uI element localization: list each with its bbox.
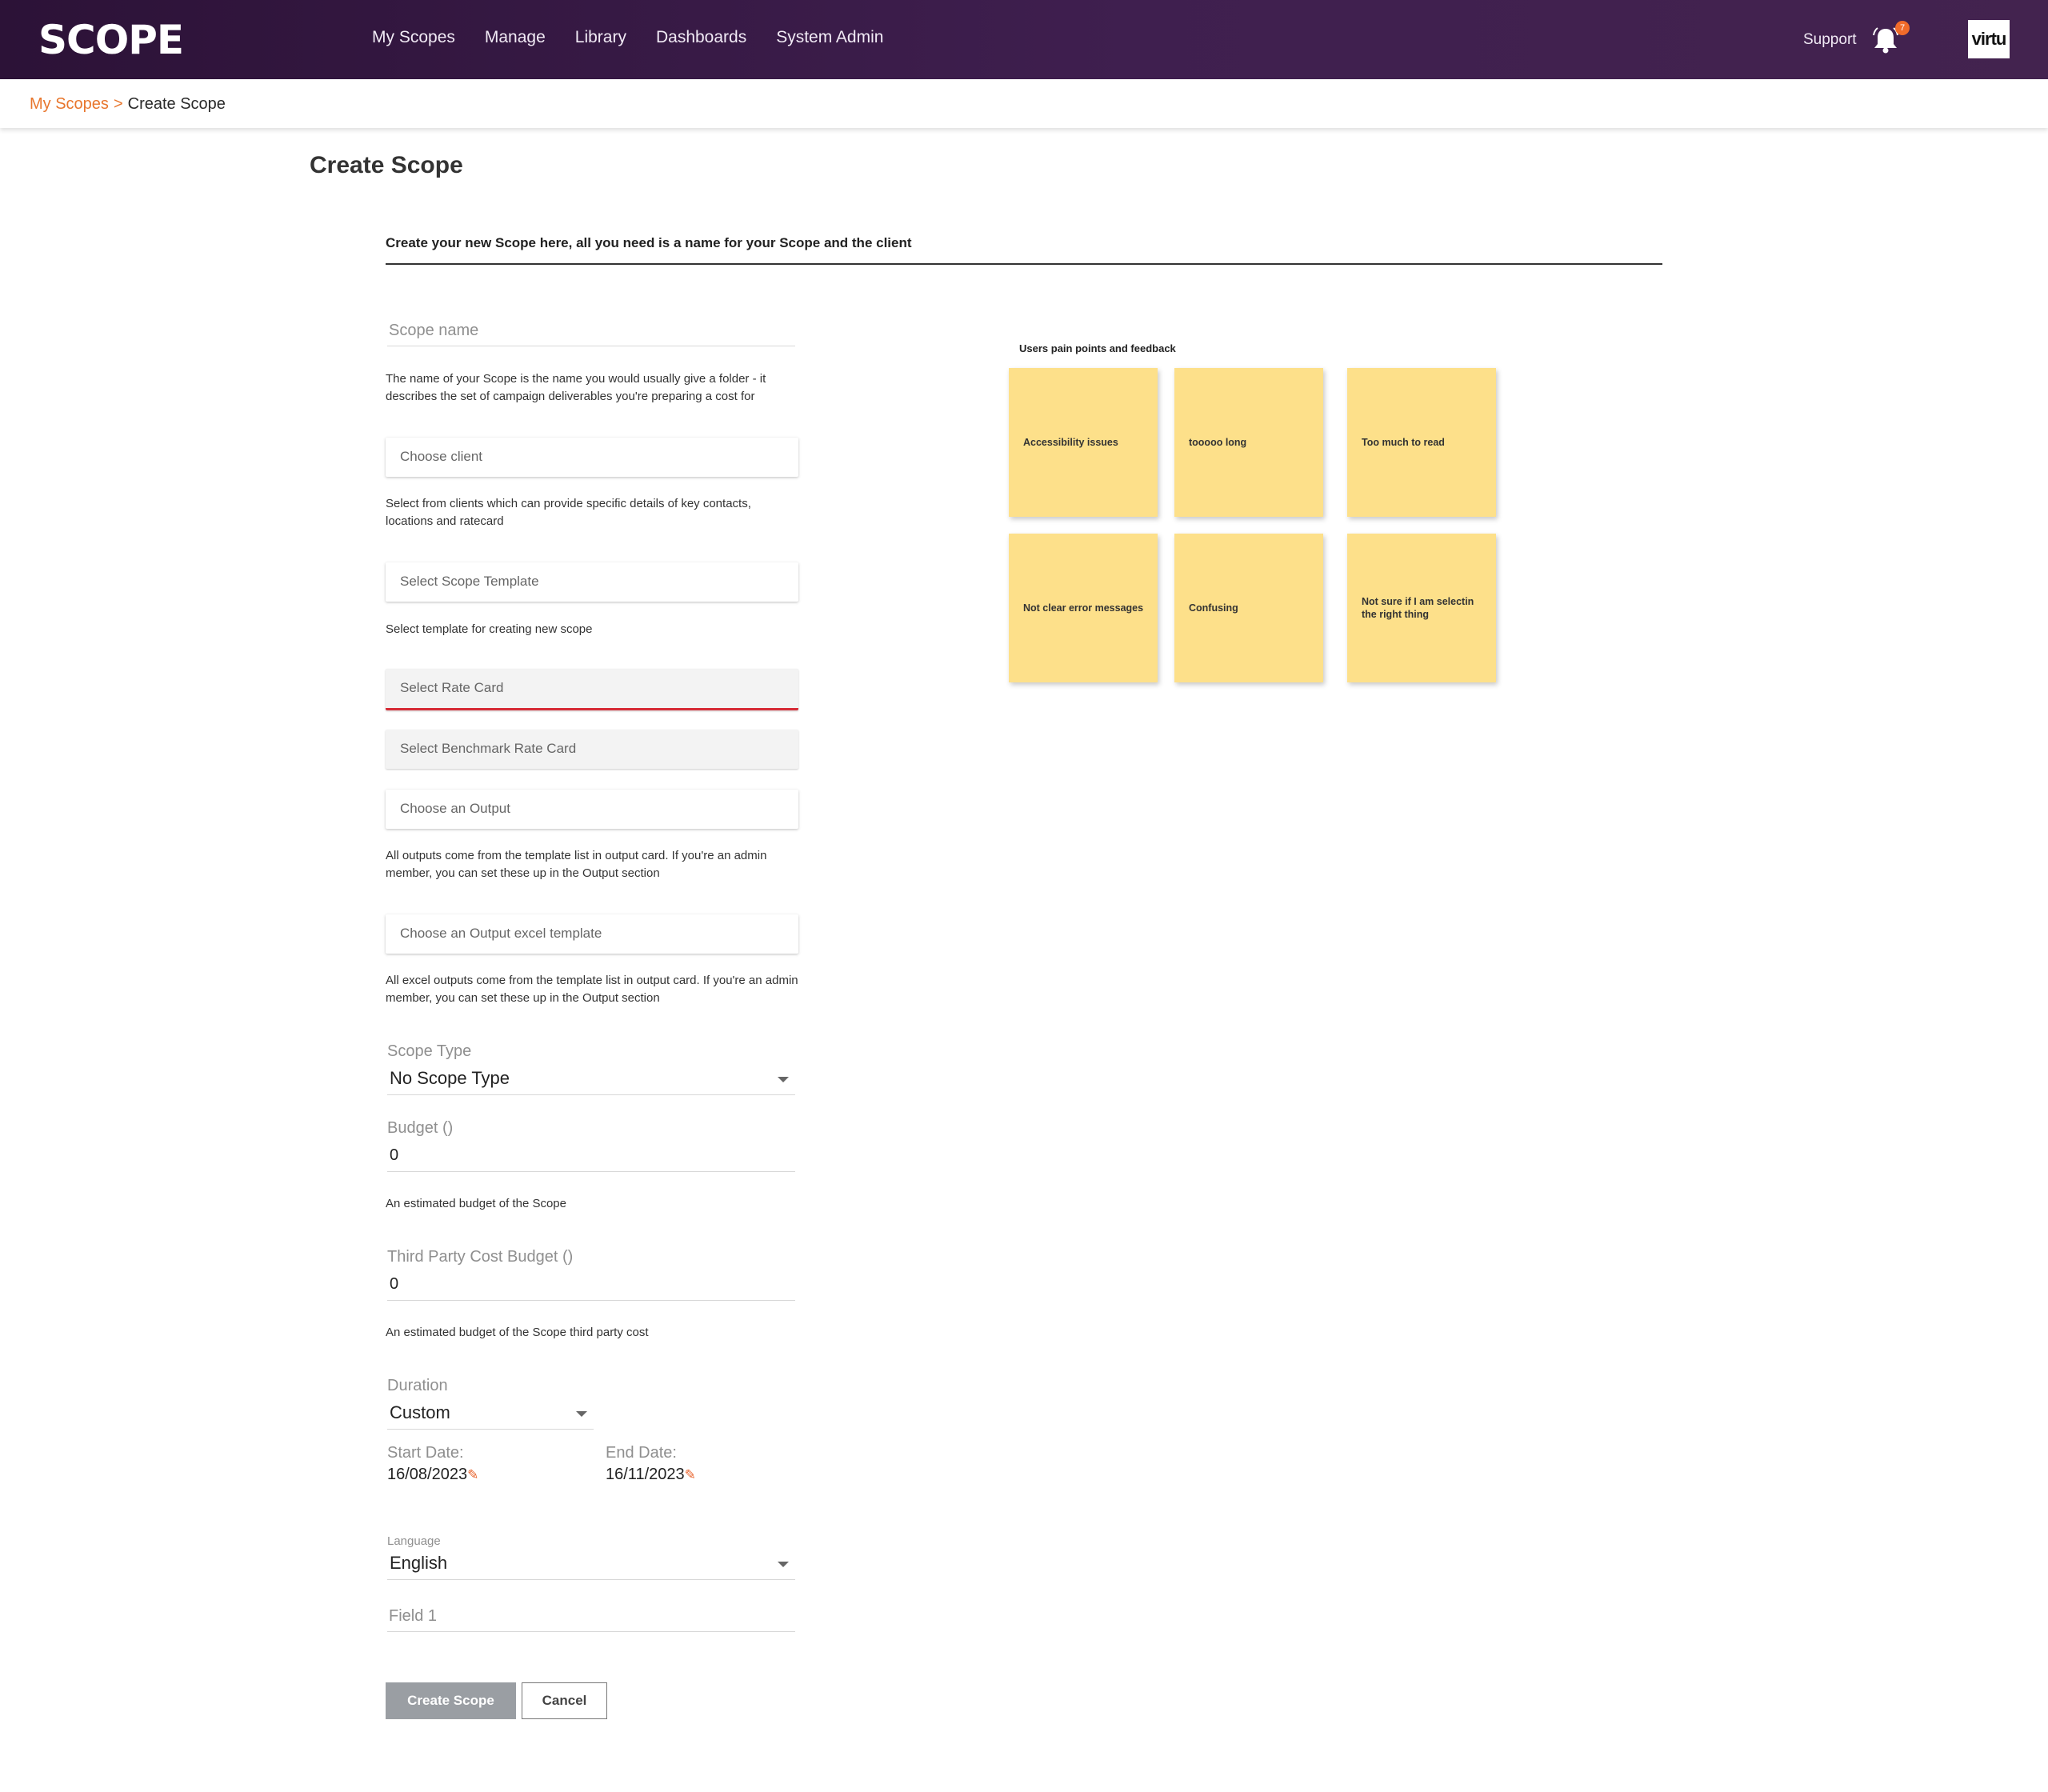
output-placeholder: Choose an Output <box>400 801 510 816</box>
choose-client-select[interactable]: Choose client <box>386 438 798 477</box>
sticky-note-text: tooooo long <box>1189 437 1247 448</box>
pencil-icon[interactable]: ✎ <box>685 1467 696 1482</box>
choose-client-placeholder: Choose client <box>400 449 483 464</box>
nav-my-scopes[interactable]: My Scopes <box>372 24 455 51</box>
benchmark-rate-card-select[interactable]: Select Benchmark Rate Card <box>386 730 798 769</box>
rate-card-select[interactable]: Select Rate Card <box>386 669 798 710</box>
sticky-note-text: Not sure if I am selectin the right thin… <box>1362 596 1474 620</box>
scope-template-placeholder: Select Scope Template <box>400 574 539 589</box>
language-value: English <box>390 1553 448 1573</box>
field-1-input[interactable]: Field 1 <box>387 1606 795 1632</box>
end-date-value: 16/11/2023 <box>606 1466 685 1483</box>
breadcrumb-current: Create Scope <box>127 95 226 113</box>
field-1-placeholder: Field 1 <box>389 1607 438 1625</box>
rate-card-placeholder: Select Rate Card <box>400 680 504 695</box>
scope-name-help: The name of your Scope is the name you w… <box>386 372 766 403</box>
support-link[interactable]: Support <box>1803 29 1857 51</box>
nav-dashboards[interactable]: Dashboards <box>656 24 746 51</box>
duration-value: Custom <box>390 1402 450 1422</box>
sticky-note: Confusing <box>1174 534 1323 682</box>
budget-value: 0 <box>390 1146 399 1164</box>
sticky-note: Too much to read <box>1347 368 1496 517</box>
benchmark-rate-card-placeholder: Select Benchmark Rate Card <box>400 741 577 756</box>
nav-system-admin[interactable]: System Admin <box>776 24 883 51</box>
main-nav: My Scopes Manage Library Dashboards Syst… <box>372 24 883 51</box>
start-date-picker[interactable]: 16/08/2023✎ <box>387 1463 478 1486</box>
intro-text: Create your new Scope here, all you need… <box>386 235 912 250</box>
duration-select[interactable]: Custom <box>387 1402 594 1430</box>
top-navigation-bar: SCOPE My Scopes Manage Library Dashboard… <box>0 0 2048 79</box>
sticky-note: Accessibility issues <box>1009 368 1158 517</box>
sticky-note-text: Accessibility issues <box>1023 437 1118 448</box>
scope-type-label: Scope Type <box>387 1042 472 1060</box>
output-excel-placeholder: Choose an Output excel template <box>400 926 602 941</box>
output-excel-template-select[interactable]: Choose an Output excel template <box>386 914 798 954</box>
third-party-budget-input[interactable]: 0 <box>387 1273 795 1301</box>
pencil-icon[interactable]: ✎ <box>467 1467 478 1482</box>
intro-divider <box>386 263 1662 265</box>
scope-logo[interactable]: SCOPE <box>38 17 184 63</box>
scope-type-select[interactable]: No Scope Type <box>387 1067 795 1095</box>
account-avatar[interactable]: virtu <box>1968 20 2010 58</box>
nav-manage[interactable]: Manage <box>485 24 546 51</box>
sticky-note: tooooo long <box>1174 368 1323 517</box>
end-date-picker[interactable]: 16/11/2023✎ <box>606 1463 696 1486</box>
end-date-label: End Date: <box>606 1444 677 1462</box>
nav-library[interactable]: Library <box>575 24 626 51</box>
logo-text: SCOPE <box>38 17 184 63</box>
feedback-title: Users pain points and feedback <box>1019 342 1176 354</box>
start-date-value: 16/08/2023 <box>387 1466 468 1483</box>
scope-template-select[interactable]: Select Scope Template <box>386 562 798 602</box>
budget-help: An estimated budget of the Scope <box>386 1197 566 1210</box>
duration-label: Duration <box>387 1377 448 1394</box>
scope-type-value: No Scope Type <box>390 1068 510 1088</box>
breadcrumb: My Scopes > Create Scope <box>30 94 226 114</box>
budget-input[interactable]: 0 <box>387 1144 795 1172</box>
third-party-budget-help: An estimated budget of the Scope third p… <box>386 1326 649 1339</box>
client-help: Select from clients which can provide sp… <box>386 497 751 528</box>
language-select[interactable]: English <box>387 1552 795 1580</box>
create-scope-button[interactable]: Create Scope <box>386 1682 516 1719</box>
sticky-note-text: Not clear error messages <box>1023 602 1144 614</box>
output-select[interactable]: Choose an Output <box>386 790 798 829</box>
page-title: Create Scope <box>310 152 463 178</box>
scope-name-input[interactable]: Scope name <box>387 320 795 346</box>
output-excel-help: All excel outputs come from the template… <box>386 974 798 1005</box>
start-date-label: Start Date: <box>387 1444 464 1462</box>
chevron-down-icon <box>576 1411 587 1417</box>
sticky-note-text: Confusing <box>1189 602 1238 614</box>
chevron-down-icon <box>778 1562 789 1567</box>
chevron-down-icon <box>778 1077 789 1082</box>
sticky-note-text: Too much to read <box>1362 437 1445 448</box>
breadcrumb-my-scopes[interactable]: My Scopes <box>30 95 109 113</box>
sticky-note: Not clear error messages <box>1009 534 1158 682</box>
sticky-note: Not sure if I am selectin the right thin… <box>1347 534 1496 682</box>
cancel-button[interactable]: Cancel <box>522 1682 607 1719</box>
breadcrumb-bar: My Scopes > Create Scope <box>0 79 2048 128</box>
notification-count-badge: 7 <box>1895 21 1910 35</box>
third-party-budget-label: Third Party Cost Budget () <box>387 1248 574 1266</box>
breadcrumb-separator: > <box>113 95 123 113</box>
output-help: All outputs come from the template list … <box>386 849 767 880</box>
scope-name-placeholder: Scope name <box>389 322 479 339</box>
third-party-budget-value: 0 <box>390 1275 399 1293</box>
template-help: Select template for creating new scope <box>386 622 593 636</box>
budget-label: Budget () <box>387 1119 454 1137</box>
language-label: Language <box>387 1534 441 1548</box>
